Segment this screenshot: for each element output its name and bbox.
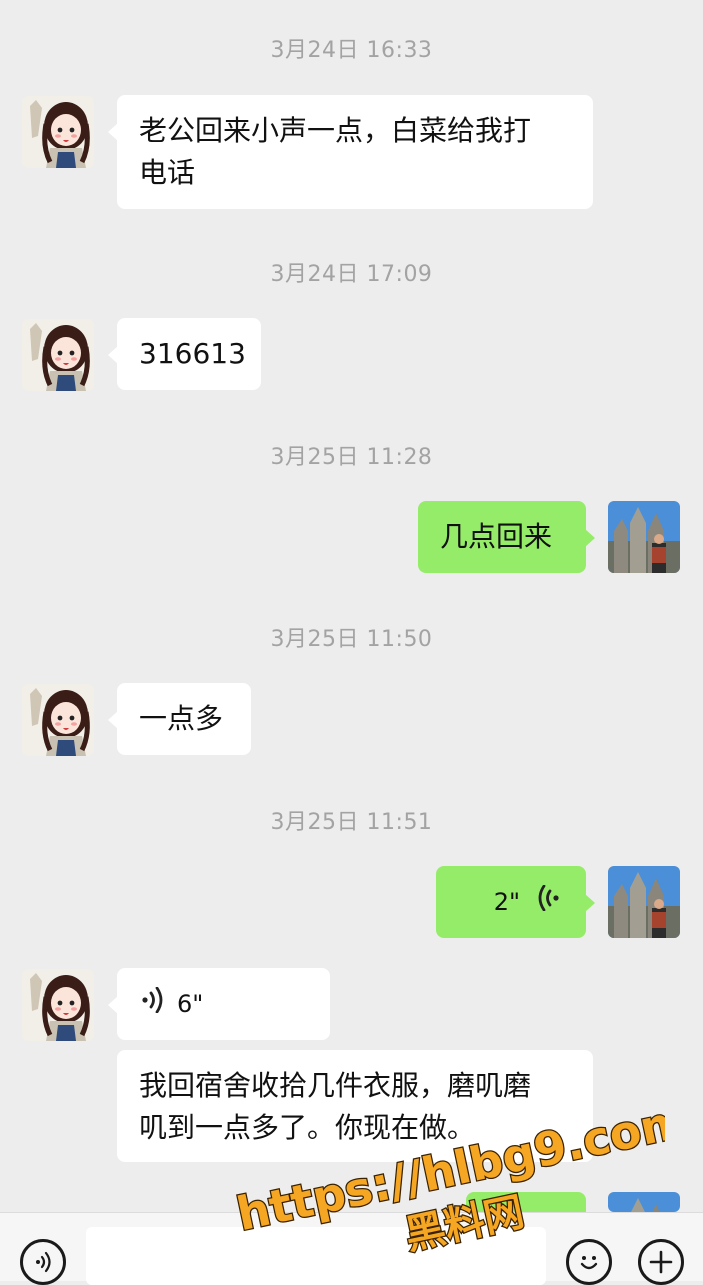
voice-duration: 6" bbox=[177, 990, 204, 1018]
message-input[interactable] bbox=[86, 1227, 546, 1285]
voice-message-bubble[interactable]: 6" bbox=[108, 968, 330, 1040]
chat-input-bar bbox=[0, 1212, 703, 1285]
contact-avatar[interactable] bbox=[22, 319, 94, 391]
voice-wave-icon bbox=[538, 881, 560, 923]
my-avatar[interactable] bbox=[608, 501, 680, 573]
timestamp: 3月25日 11:50 bbox=[270, 627, 433, 652]
message-text: 一点多 bbox=[139, 702, 224, 735]
voice-input-icon[interactable] bbox=[20, 1239, 66, 1285]
message-text: 电话 bbox=[139, 156, 196, 189]
contact-avatar[interactable] bbox=[22, 96, 94, 168]
voice-duration: 2" bbox=[493, 888, 520, 916]
message-bubble[interactable]: 一点多 bbox=[108, 683, 251, 755]
my-avatar[interactable] bbox=[608, 1192, 680, 1212]
timestamp: 3月24日 17:09 bbox=[270, 262, 433, 287]
message-text: 我回宿舍收拾几件衣服，磨叽磨 bbox=[139, 1069, 532, 1102]
contact-avatar[interactable] bbox=[22, 684, 94, 756]
message-text: 叽到一点多了。你现在做。 bbox=[139, 1111, 476, 1144]
message-bubble[interactable]: 几点回来 bbox=[418, 501, 595, 573]
message-bubble[interactable]: 316613 bbox=[108, 318, 261, 390]
voice-wave-icon bbox=[141, 983, 163, 1025]
my-avatar[interactable] bbox=[608, 866, 680, 938]
message-text: 几点回来 bbox=[440, 520, 553, 553]
emoji-icon[interactable] bbox=[566, 1239, 612, 1285]
message-bubble[interactable] bbox=[466, 1192, 586, 1212]
timestamp: 3月25日 11:28 bbox=[270, 445, 433, 470]
message-text: 老公回来小声一点，白菜给我打 bbox=[139, 114, 532, 147]
message-text: 316613 bbox=[139, 337, 246, 370]
timestamp: 3月24日 16:33 bbox=[270, 38, 433, 63]
chat-area[interactable]: 3月24日 16:33 老公回来小声一点，白菜给我打 电话 3月24日 17:0… bbox=[0, 0, 703, 1212]
contact-avatar[interactable] bbox=[22, 969, 94, 1041]
voice-message-bubble[interactable]: 2" bbox=[436, 866, 595, 938]
plus-icon[interactable] bbox=[638, 1239, 684, 1285]
timestamp: 3月25日 11:51 bbox=[270, 810, 433, 835]
message-bubble[interactable]: 老公回来小声一点，白菜给我打 电话 bbox=[108, 95, 593, 209]
message-bubble[interactable]: 我回宿舍收拾几件衣服，磨叽磨 叽到一点多了。你现在做。 bbox=[117, 1050, 593, 1162]
